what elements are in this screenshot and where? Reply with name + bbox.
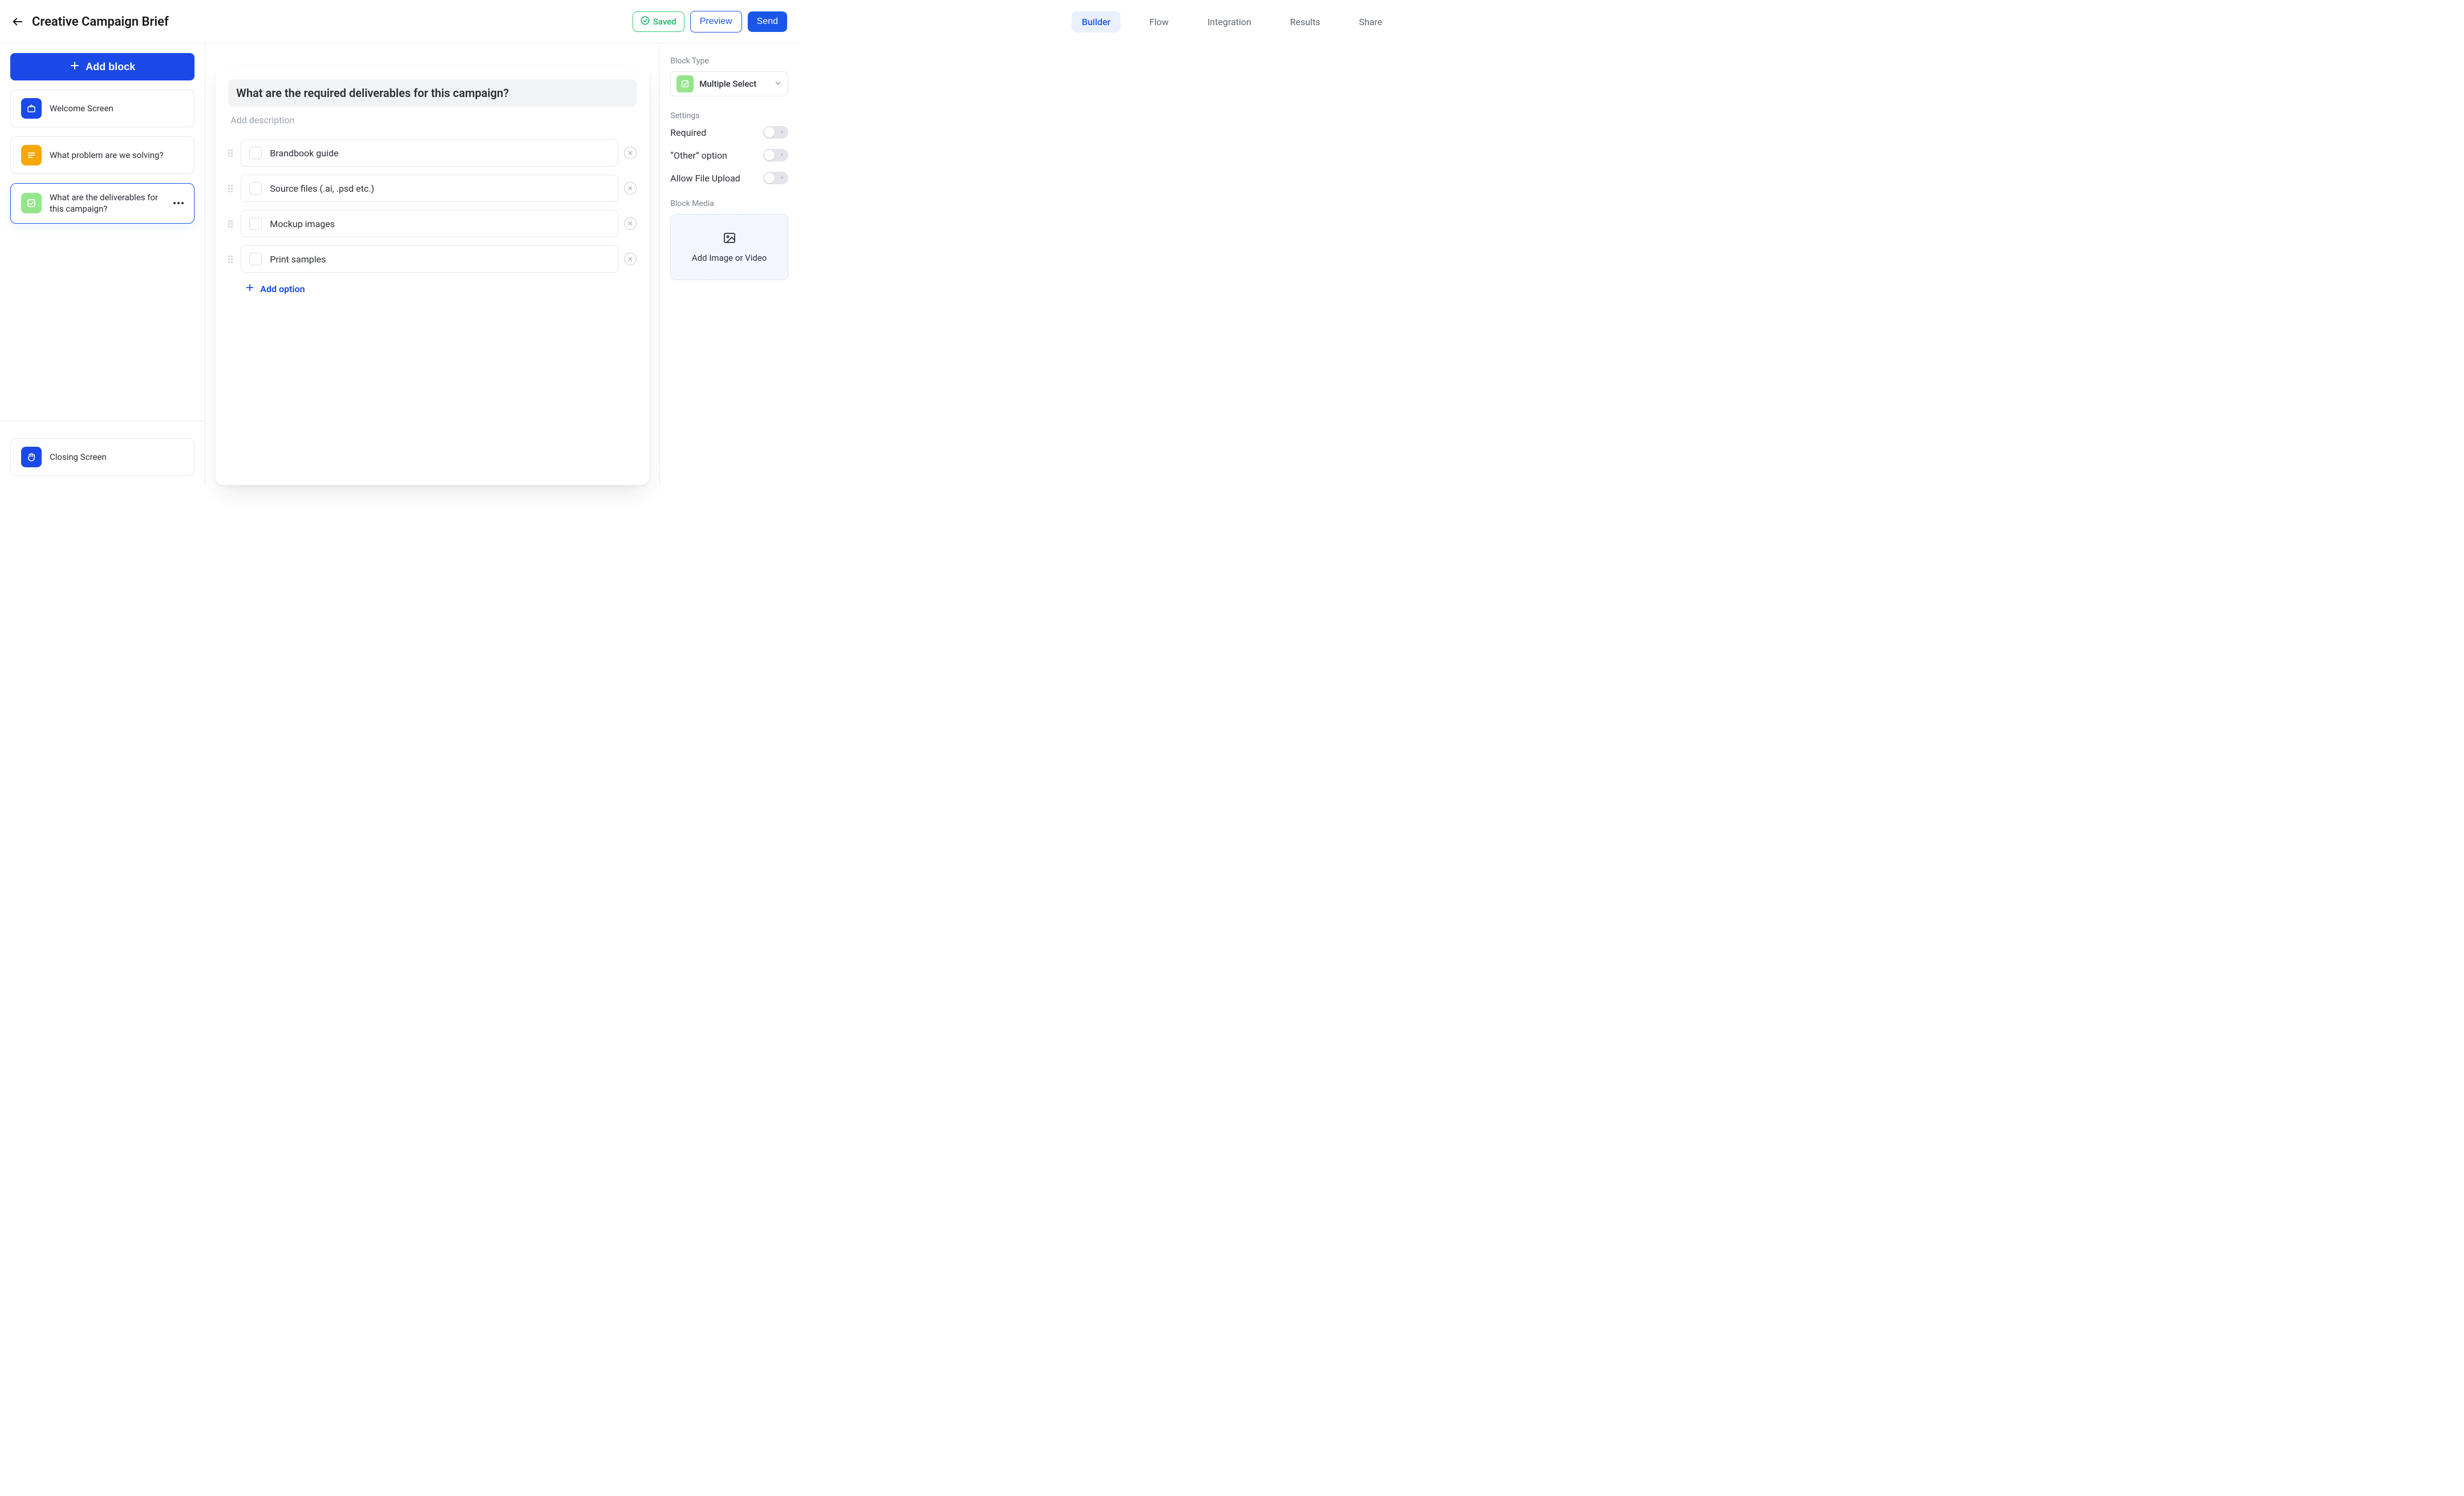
topbar: Creative Campaign Brief Builder Flow Int… [0,0,799,44]
wave-icon [21,447,42,467]
block-card-problem[interactable]: What problem are we solving? [10,136,194,174]
block-label: What are the deliverables for this campa… [50,192,165,215]
block-list: Welcome Screen What problem are we solvi… [10,90,194,421]
block-type-heading: Block Type [670,56,788,66]
block-label: What problem are we solving? [50,149,164,161]
plus-icon [70,60,80,74]
block-label: Welcome Screen [50,103,114,114]
tab-flow[interactable]: Flow [1139,11,1179,33]
option-list: Brandbook guide Source files (.ai, .psd … [228,139,637,273]
drag-handle-icon[interactable] [228,220,234,228]
more-icon[interactable] [173,202,184,204]
remove-option-button[interactable] [624,147,637,159]
option-label: Brandbook guide [270,148,338,159]
tab-results[interactable]: Results [1280,11,1331,33]
drag-handle-icon[interactable] [228,185,234,192]
canvas: What are the required deliverables for t… [205,44,659,485]
welcome-icon [21,98,42,119]
block-label: Closing Screen [50,451,107,463]
plus-icon [245,283,254,294]
tab-builder[interactable]: Builder [1072,11,1121,33]
drag-handle-icon[interactable] [228,256,234,263]
toggle-other[interactable]: × [763,149,788,161]
question-input[interactable]: What are the required deliverables for t… [228,79,637,107]
sidebar: Add block Welcome Screen What problem ar… [0,44,205,485]
setting-required: Required × [670,126,788,139]
preview-button[interactable]: Preview [690,11,742,33]
toggle-required[interactable]: × [763,126,788,139]
back-arrow-icon[interactable] [11,15,24,28]
check-circle-icon [641,16,650,27]
remove-option-button[interactable] [624,217,637,230]
option-input[interactable]: Mockup images [241,210,618,237]
multiselect-icon [21,193,42,213]
block-card-welcome[interactable]: Welcome Screen [10,90,194,127]
option-input[interactable]: Source files (.ai, .psd etc.) [241,175,618,202]
checkbox-icon [249,182,262,195]
block-card-closing[interactable]: Closing Screen [10,438,194,476]
media-dropzone[interactable]: Add Image or Video [670,214,788,280]
send-button[interactable]: Send [748,11,787,32]
topbar-right: Saved Preview Send [633,11,787,33]
option-row: Mockup images [228,210,637,237]
image-icon [723,231,736,247]
checkbox-icon [249,147,262,159]
block-media-heading: Block Media [670,199,788,208]
add-option-label: Add option [260,284,305,294]
tab-integration[interactable]: Integration [1197,11,1262,33]
settings-heading: Settings [670,111,788,120]
saved-badge: Saved [633,11,684,32]
block-card-deliverables[interactable]: What are the deliverables for this campa… [10,183,194,224]
topbar-nav: Builder Flow Integration Results Share [1072,11,1393,33]
setting-label: Required [670,127,706,138]
topbar-left: Creative Campaign Brief [11,15,169,29]
question-text: What are the required deliverables for t… [236,86,629,100]
checkbox-icon [249,253,262,265]
option-row: Print samples [228,245,637,273]
text-icon [21,145,42,165]
setting-file-upload: Allow File Upload × [670,172,788,184]
setting-label: “Other” option [670,150,727,161]
option-input[interactable]: Brandbook guide [241,139,618,167]
block-editor: What are the required deliverables for t… [216,67,649,485]
option-row: Brandbook guide [228,139,637,167]
option-label: Source files (.ai, .psd etc.) [270,183,374,194]
option-label: Print samples [270,254,326,265]
block-type-value: Multiple Select [699,79,768,89]
add-block-label: Add block [86,61,135,73]
page-title: Creative Campaign Brief [32,15,169,29]
add-block-button[interactable]: Add block [10,53,194,80]
option-label: Mockup images [270,219,335,229]
remove-option-button[interactable] [624,253,637,265]
setting-label: Allow File Upload [670,173,740,184]
media-placeholder: Add Image or Video [692,253,767,263]
description-input[interactable]: Add description [230,115,634,126]
option-row: Source files (.ai, .psd etc.) [228,175,637,202]
add-option-button[interactable]: Add option [245,283,637,294]
saved-label: Saved [653,17,676,27]
block-type-select[interactable]: Multiple Select [670,71,788,96]
sidebar-bottom: Closing Screen [0,421,205,476]
inspector: Block Type Multiple Select Settings Requ… [659,44,799,485]
tab-share[interactable]: Share [1349,11,1393,33]
chevron-down-icon [774,79,782,90]
option-input[interactable]: Print samples [241,245,618,273]
toggle-file-upload[interactable]: × [763,172,788,184]
multiselect-icon [676,75,694,92]
remove-option-button[interactable] [624,182,637,195]
drag-handle-icon[interactable] [228,149,234,157]
setting-other: “Other” option × [670,149,788,161]
checkbox-icon [249,217,262,230]
settings-list: Required × “Other” option × Allow File U… [670,126,788,184]
